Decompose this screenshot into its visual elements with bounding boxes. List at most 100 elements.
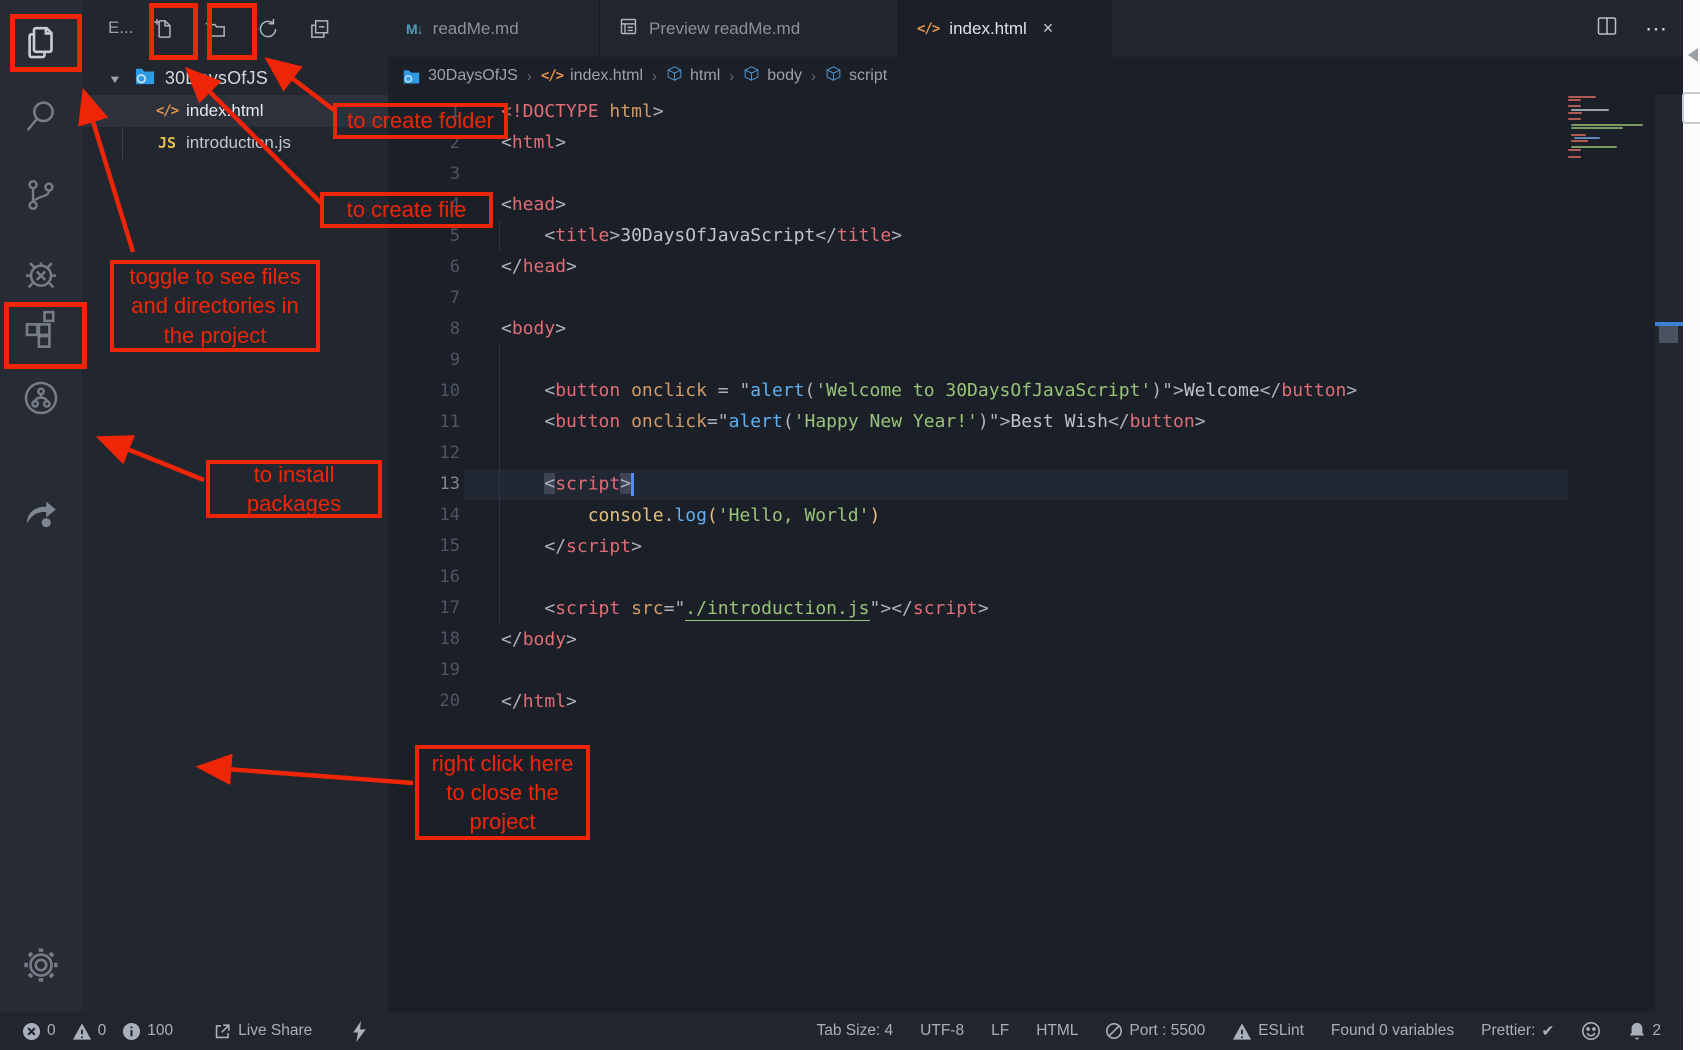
breadcrumb-separator: ›	[811, 68, 816, 85]
code-line-16[interactable]: 16	[388, 562, 1655, 593]
js-file-icon: JS	[154, 134, 180, 152]
split-editor-icon[interactable]	[1595, 14, 1619, 43]
breadcrumb-body[interactable]: body	[743, 65, 802, 87]
encoding-status[interactable]: UTF-8	[920, 1022, 964, 1040]
code-line-7[interactable]: 7	[388, 282, 1655, 313]
new-file-icon[interactable]	[146, 10, 182, 48]
file-item-introduction-js[interactable]: JS introduction.js	[82, 127, 388, 159]
settings-gear-icon[interactable]	[0, 944, 82, 986]
code-line-5[interactable]: 5 <title>30DaysOfJavaScript</title>	[388, 220, 1655, 251]
code-token: =	[664, 598, 675, 619]
line-text: <html>	[501, 132, 566, 153]
code-line-20[interactable]: 20</html>	[388, 686, 1655, 717]
code-line-17[interactable]: 17 <script src="./introduction.js"></scr…	[388, 593, 1655, 624]
tab-size-status[interactable]: Tab Size: 4	[816, 1022, 893, 1040]
extensions-icon[interactable]	[0, 306, 82, 348]
code-line-18[interactable]: 18</body>	[388, 624, 1655, 655]
search-icon[interactable]	[0, 96, 82, 136]
minimap-line	[1571, 134, 1586, 136]
tab-label: Preview readMe.md	[649, 19, 800, 39]
code-line-15[interactable]: 15 </script>	[388, 531, 1655, 562]
code-token: (	[707, 505, 718, 526]
eslint-status[interactable]: ESLint	[1232, 1022, 1304, 1041]
html-code-icon: </>	[917, 21, 939, 37]
tab-preview-readme[interactable]: Preview readMe.md	[600, 0, 899, 57]
code-token: title	[837, 225, 891, 246]
breadcrumb-separator: ›	[652, 68, 657, 85]
code-token: >	[555, 194, 566, 215]
code-token: src	[631, 598, 664, 619]
code-token: >	[1173, 380, 1184, 401]
more-actions-icon[interactable]: ⋯	[1645, 24, 1669, 34]
debug-icon[interactable]	[0, 254, 82, 294]
problems-indicator[interactable]: 0 0 100	[22, 1022, 173, 1041]
code-token: "	[870, 598, 881, 619]
new-folder-icon[interactable]	[198, 10, 234, 48]
code-line-11[interactable]: 11 <button onclick="alert('Happy New Yea…	[388, 406, 1655, 437]
lightning-icon[interactable]	[352, 1021, 367, 1042]
tab-label: readMe.md	[433, 19, 519, 39]
live-share-status[interactable]: Live Share	[213, 1022, 312, 1041]
code-line-14[interactable]: 14 console.log('Hello, World')	[388, 500, 1655, 531]
code-line-9[interactable]: 9	[388, 344, 1655, 375]
code-token	[501, 411, 544, 432]
close-icon[interactable]: ×	[1043, 18, 1054, 39]
breadcrumb-project[interactable]: 30DaysOfJS	[402, 67, 518, 85]
code-line-2[interactable]: 2<html>	[388, 127, 1655, 158]
code-token: "	[1162, 380, 1173, 401]
breadcrumb-file[interactable]: </> index.html	[541, 67, 643, 85]
code-line-6[interactable]: 6</head>	[388, 251, 1655, 282]
line-number: 11	[388, 412, 460, 432]
scrollbar-thumb[interactable]	[1659, 326, 1678, 343]
live-share-icon[interactable]	[0, 492, 82, 534]
line-number: 12	[388, 443, 460, 463]
minimap-line	[1568, 156, 1581, 158]
code-token: head	[523, 256, 566, 277]
code-line-19[interactable]: 19	[388, 655, 1655, 686]
file-item-index-html[interactable]: </> index.html	[82, 95, 388, 127]
breadcrumb-script[interactable]: script	[825, 65, 887, 87]
feedback-smiley-icon[interactable]	[1581, 1021, 1601, 1041]
breadcrumb-html[interactable]: html	[666, 65, 720, 87]
code-token	[620, 411, 631, 432]
html-code-icon: </>	[541, 68, 563, 84]
variables-status[interactable]: Found 0 variables	[1331, 1022, 1454, 1040]
editor-scrollbar[interactable]	[1655, 95, 1683, 1012]
code-token: >	[566, 256, 577, 277]
breadcrumb-separator: ›	[729, 68, 734, 85]
project-root-row[interactable]: ▼ 30DaysOfJS	[82, 62, 388, 95]
code-token: (	[783, 411, 794, 432]
code-token: </	[501, 256, 523, 277]
code-token: >	[1346, 380, 1357, 401]
code-token: >	[1195, 411, 1206, 432]
source-control-icon[interactable]	[0, 176, 82, 214]
explorer-icon[interactable]	[0, 22, 82, 64]
language-status[interactable]: HTML	[1036, 1022, 1078, 1040]
code-token: title	[555, 225, 609, 246]
line-number: 9	[388, 350, 460, 370]
minimap[interactable]	[1568, 96, 1653, 216]
code-line-13[interactable]: 13 <script>	[388, 469, 1655, 500]
port-status[interactable]: Port : 5500	[1105, 1022, 1205, 1040]
project-folder-icon	[134, 66, 156, 91]
code-line-4[interactable]: 4<head>	[388, 189, 1655, 220]
notifications-status[interactable]: 2	[1628, 1021, 1661, 1041]
code-line-1[interactable]: 1<!DOCTYPE html>	[388, 96, 1655, 127]
code-line-3[interactable]: 3	[388, 158, 1655, 189]
eol-status[interactable]: LF	[991, 1022, 1009, 1040]
circle-branch-icon[interactable]	[0, 378, 82, 418]
code-token: alert	[729, 411, 783, 432]
code-line-8[interactable]: 8<body>	[388, 313, 1655, 344]
code-line-12[interactable]: 12	[388, 438, 1655, 469]
tab-label: index.html	[949, 19, 1026, 39]
code-line-10[interactable]: 10 <button onclick = "alert('Welcome to …	[388, 375, 1655, 406]
line-number: 4	[388, 195, 460, 215]
line-number: 1	[388, 102, 460, 122]
code-token: "	[739, 380, 750, 401]
collapse-all-icon[interactable]	[302, 10, 338, 48]
tab-readme[interactable]: M↓ readMe.md	[388, 0, 600, 57]
refresh-icon[interactable]	[250, 10, 286, 48]
prettier-status[interactable]: Prettier: ✔	[1481, 1022, 1554, 1041]
tab-index-html[interactable]: </> index.html ×	[899, 0, 1112, 57]
code-token: script	[555, 598, 620, 619]
